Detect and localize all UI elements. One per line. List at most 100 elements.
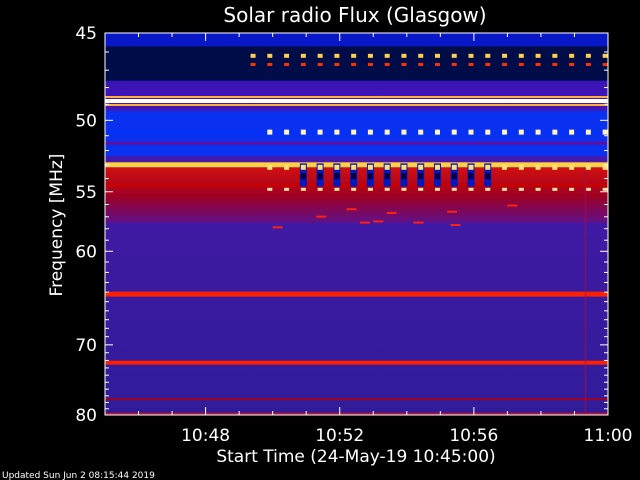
burst-mark — [502, 129, 508, 135]
burst-mark — [552, 62, 558, 66]
burst-column — [418, 173, 424, 180]
burst-mark — [434, 53, 440, 58]
burst-mark — [585, 129, 591, 135]
burst-mark — [351, 53, 357, 58]
burst-mark — [418, 187, 424, 191]
burst-mark — [250, 62, 256, 66]
burst-column — [401, 173, 407, 180]
burst-mark — [284, 187, 290, 191]
burst-mark — [535, 164, 541, 170]
burst-mark — [300, 62, 306, 66]
burst-mark — [569, 164, 575, 170]
burst-mark — [451, 187, 457, 191]
burst-mark — [384, 62, 390, 66]
burst-mark — [468, 187, 474, 191]
burst-mark — [418, 53, 424, 58]
burst-mark — [552, 187, 558, 191]
emission-speck — [359, 221, 370, 224]
burst-mark — [602, 164, 608, 170]
frequency-band — [105, 95, 608, 98]
burst-mark — [351, 187, 357, 191]
burst-mark — [351, 164, 357, 170]
burst-column — [485, 173, 491, 180]
burst-mark — [585, 62, 591, 66]
burst-mark — [317, 187, 323, 191]
burst-mark — [250, 53, 256, 58]
burst-mark — [535, 53, 541, 58]
burst-mark — [502, 164, 508, 170]
burst-column — [300, 173, 306, 180]
burst-mark — [502, 187, 508, 191]
burst-mark — [468, 129, 474, 135]
burst-mark — [518, 53, 524, 58]
burst-mark — [284, 53, 290, 58]
burst-mark — [384, 164, 390, 170]
y-tick-label: 80 — [75, 406, 97, 426]
frequency-band — [105, 291, 608, 297]
burst-mark — [434, 187, 440, 191]
burst-mark — [434, 62, 440, 66]
burst-mark — [384, 187, 390, 191]
burst-mark — [267, 129, 273, 135]
burst-mark — [468, 62, 474, 66]
burst-mark — [585, 187, 591, 191]
emission-speck — [373, 220, 384, 223]
y-tick-label: 70 — [75, 336, 97, 356]
burst-mark — [485, 53, 491, 58]
burst-mark — [451, 129, 457, 135]
frequency-band — [105, 98, 608, 103]
burst-mark — [602, 187, 608, 191]
burst-mark — [485, 129, 491, 135]
burst-column — [451, 173, 457, 180]
x-tick-label: 10:48 — [181, 426, 230, 446]
burst-column — [317, 173, 323, 180]
burst-mark — [267, 62, 273, 66]
y-axis-label: Frequency [MHz] — [47, 154, 67, 297]
emission-speck — [507, 204, 518, 207]
frequency-band — [105, 131, 608, 134]
burst-mark — [267, 187, 273, 191]
frequency-band — [105, 360, 608, 365]
burst-mark — [367, 62, 373, 66]
burst-mark — [401, 62, 407, 66]
burst-mark — [535, 187, 541, 191]
emission-speck — [272, 226, 283, 229]
burst-column — [434, 173, 440, 180]
burst-mark — [518, 62, 524, 66]
burst-mark — [284, 129, 290, 135]
burst-mark — [284, 164, 290, 170]
burst-mark — [401, 53, 407, 58]
burst-mark — [367, 187, 373, 191]
burst-mark — [485, 164, 491, 170]
burst-mark — [518, 164, 524, 170]
burst-mark — [401, 164, 407, 170]
burst-mark — [502, 53, 508, 58]
burst-mark — [418, 62, 424, 66]
x-tick-label: 10:52 — [315, 426, 364, 446]
interference-line — [584, 171, 587, 415]
emission-speck — [346, 208, 357, 211]
burst-mark — [569, 187, 575, 191]
burst-column — [384, 173, 390, 180]
frequency-band — [105, 398, 608, 401]
burst-mark — [367, 53, 373, 58]
burst-mark — [334, 53, 340, 58]
updated-timestamp: Updated Sun Jun 2 08:15:44 2019 — [2, 471, 155, 480]
emission-speck — [447, 210, 458, 213]
burst-mark — [300, 187, 306, 191]
y-tick-label: 50 — [75, 111, 97, 131]
burst-mark — [317, 164, 323, 170]
burst-mark — [434, 164, 440, 170]
burst-mark — [602, 62, 608, 66]
burst-mark — [485, 62, 491, 66]
burst-mark — [401, 187, 407, 191]
band-region — [105, 46, 608, 81]
burst-mark — [569, 53, 575, 58]
burst-mark — [569, 62, 575, 66]
burst-mark — [334, 187, 340, 191]
burst-mark — [267, 53, 273, 58]
burst-mark — [334, 164, 340, 170]
burst-mark — [485, 187, 491, 191]
burst-mark — [552, 164, 558, 170]
burst-mark — [367, 129, 373, 135]
